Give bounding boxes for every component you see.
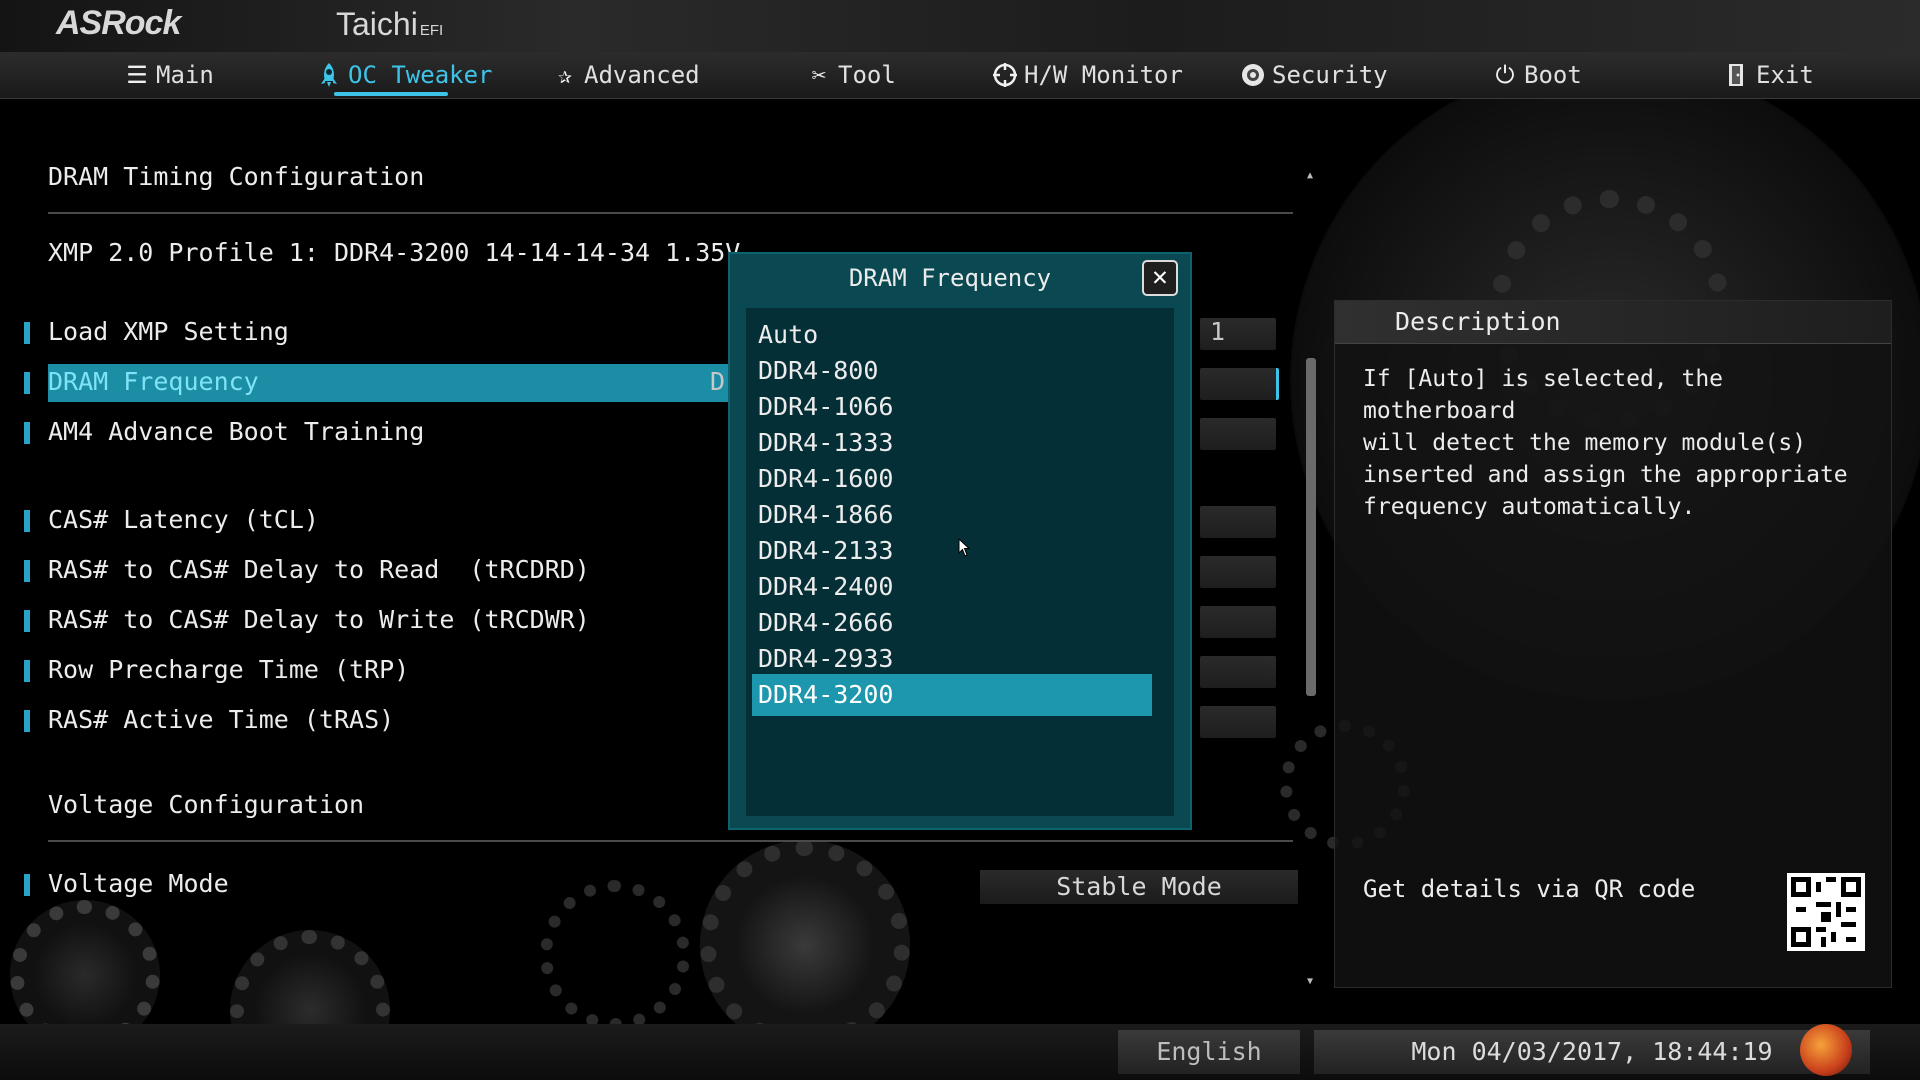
qr-code-label: Get details via QR code: [1363, 875, 1696, 903]
setting-label: Load XMP Setting: [48, 317, 289, 346]
setting-label: RAS# Active Time (tRAS): [48, 705, 395, 734]
value-field[interactable]: [1200, 606, 1276, 638]
voltage-mode-value[interactable]: Stable Mode: [980, 870, 1298, 904]
setting-label: Row Precharge Time (tRP): [48, 655, 410, 684]
row-marker: [24, 874, 30, 896]
tab-oc-tweaker-label: OC Tweaker: [348, 61, 493, 89]
xmp-profile-info: XMP 2.0 Profile 1: DDR4-3200 14-14-14-34…: [48, 238, 741, 267]
scroll-down-arrow-icon[interactable]: ▼: [1304, 976, 1316, 988]
top-header: ASRock Taichi EFI: [0, 0, 1920, 52]
setting-label: AM4 Advance Boot Training: [48, 417, 425, 446]
setting-row-voltage-mode[interactable]: Voltage Mode Stable Mode: [24, 866, 1298, 904]
list-icon: ☰: [126, 61, 148, 89]
tab-hw-monitor[interactable]: H/W Monitor: [992, 58, 1183, 92]
tab-security-label: Security: [1272, 61, 1388, 89]
row-marker: [24, 372, 30, 394]
tab-boot[interactable]: ⏻ Boot: [1492, 58, 1582, 92]
language-selector[interactable]: English: [1118, 1030, 1300, 1074]
active-tab-indicator: [334, 92, 448, 96]
row-marker: [24, 422, 30, 444]
tab-advanced-label: Advanced: [584, 61, 700, 89]
value-field[interactable]: [1200, 556, 1276, 588]
settings-scrollbar[interactable]: ▲ ▼: [1304, 170, 1316, 988]
value-text: D: [710, 367, 726, 396]
tab-main[interactable]: ☰ Main: [124, 58, 214, 92]
asrock-logo: ASRock: [56, 4, 181, 42]
main-nav: ☰ Main OC Tweaker ✰ Advanced ✂ Tool H/W …: [0, 52, 1920, 99]
value-field[interactable]: [1200, 418, 1276, 450]
section-dram-timing-title: DRAM Timing Configuration: [48, 162, 425, 191]
setting-label: RAS# to CAS# Delay to Write (tRCDWR): [48, 605, 590, 634]
door-icon: [1724, 62, 1750, 88]
value-field[interactable]: [1200, 706, 1276, 738]
description-title: Description: [1395, 307, 1561, 336]
power-icon: ⏻: [1495, 61, 1515, 89]
description-panel: Description If [Auto] is selected, the m…: [1334, 300, 1892, 988]
frequency-options-list: Auto DDR4-800 DDR4-1066 DDR4-1333 DDR4-1…: [746, 308, 1174, 816]
star-icon: ✰: [557, 61, 573, 89]
setting-label: CAS# Latency (tCL): [48, 505, 319, 534]
status-bar: English Mon 04/03/2017, 18:44:19: [0, 1024, 1920, 1080]
scroll-up-arrow-icon[interactable]: ▲: [1304, 170, 1316, 182]
watermark-logo-icon: [1800, 1024, 1852, 1076]
tab-main-label: Main: [156, 61, 214, 89]
scroll-thumb[interactable]: [1306, 358, 1316, 696]
setting-label: RAS# to CAS# Delay to Read (tRCDRD): [48, 555, 590, 584]
divider: [48, 212, 1293, 214]
tab-security[interactable]: Security: [1240, 58, 1388, 92]
description-header: Description: [1335, 301, 1891, 344]
dialog-title: DRAM Frequency: [848, 264, 1052, 292]
rocket-icon: [316, 62, 342, 88]
crosshair-icon: [992, 62, 1018, 88]
tools-icon: ✂: [811, 61, 827, 89]
row-marker: [24, 660, 30, 682]
tab-oc-tweaker[interactable]: OC Tweaker: [316, 58, 493, 92]
tab-tool[interactable]: ✂ Tool: [806, 58, 896, 92]
taichi-model-logo: Taichi EFI: [336, 6, 444, 42]
tab-exit-label: Exit: [1756, 61, 1814, 89]
setting-label: Voltage Mode: [48, 869, 229, 898]
value-field[interactable]: [1200, 368, 1279, 400]
tab-exit[interactable]: Exit: [1724, 58, 1814, 92]
row-marker: [24, 610, 30, 632]
section-voltage-title: Voltage Configuration: [48, 790, 365, 819]
option-ddr4-3200[interactable]: DDR4-3200: [752, 674, 1152, 716]
date-time-display: Mon 04/03/2017, 18:44:19: [1314, 1030, 1870, 1074]
qr-code-icon[interactable]: [1787, 873, 1865, 951]
value-field[interactable]: [1200, 506, 1276, 538]
row-marker: [24, 322, 30, 344]
row-marker: [24, 510, 30, 532]
row-marker: [24, 560, 30, 582]
close-icon[interactable]: ✕: [1142, 260, 1178, 296]
value-field[interactable]: [1200, 656, 1276, 688]
tab-tool-label: Tool: [838, 61, 896, 89]
divider: [48, 840, 1293, 842]
mouse-cursor-icon: [958, 538, 971, 557]
tab-hw-monitor-label: H/W Monitor: [1024, 61, 1183, 89]
value-text: 1: [1210, 317, 1226, 346]
tab-advanced[interactable]: ✰ Advanced: [552, 58, 700, 92]
shield-icon: [1240, 62, 1266, 88]
description-text: If [Auto] is selected, the motherboard w…: [1363, 366, 1848, 520]
row-marker: [24, 710, 30, 732]
tab-boot-label: Boot: [1524, 61, 1582, 89]
setting-label: DRAM Frequency: [48, 367, 259, 396]
